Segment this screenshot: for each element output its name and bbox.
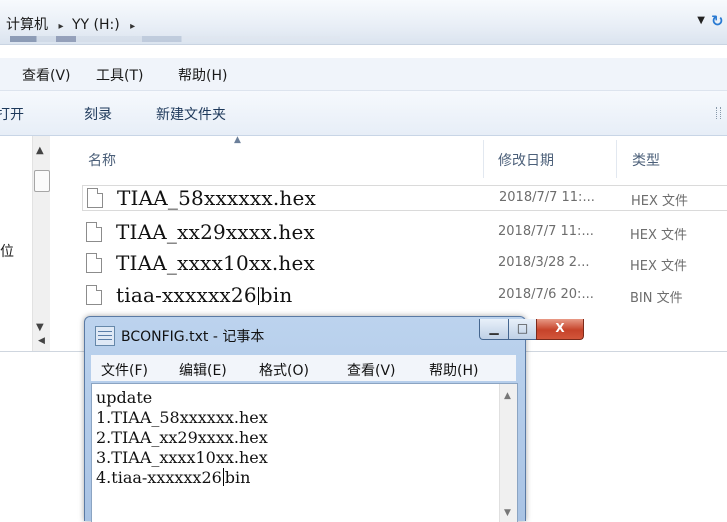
menu-help[interactable]: 帮助(H) bbox=[178, 65, 227, 85]
breadcrumb-separator-icon[interactable]: ▸ bbox=[130, 21, 135, 32]
scroll-down-icon[interactable]: ▼ bbox=[36, 322, 44, 333]
window-title: BCONFIG.txt - 记事本 bbox=[121, 329, 265, 345]
file-icon bbox=[86, 222, 102, 242]
burn-button[interactable]: 刻录 bbox=[84, 104, 112, 124]
notepad-menu-bar: 文件(F) 编辑(E) 格式(O) 查看(V) 帮助(H) bbox=[91, 355, 516, 381]
file-row[interactable]: TIAA_xx29xxxx.hex 2018/7/7 11:... HEX 文件 bbox=[82, 220, 727, 244]
toolbar-grip-icon[interactable] bbox=[716, 107, 721, 119]
maximize-button[interactable]: □ bbox=[508, 319, 537, 340]
scroll-left-icon[interactable]: ◀ bbox=[38, 336, 45, 346]
refresh-icon[interactable]: ↻ bbox=[711, 12, 727, 32]
text-line: 3.TIAA_xxxx10xx.hex bbox=[96, 448, 268, 467]
menu-tools[interactable]: 工具(T) bbox=[96, 65, 143, 85]
menu-edit[interactable]: 编辑(E) bbox=[179, 360, 227, 380]
file-icon bbox=[86, 253, 102, 273]
file-type: BIN 文件 bbox=[630, 291, 683, 306]
menu-help[interactable]: 帮助(H) bbox=[429, 360, 478, 380]
column-date[interactable]: 修改日期 bbox=[498, 150, 554, 170]
column-divider[interactable] bbox=[483, 140, 484, 178]
text-scrollbar[interactable]: ▲ ▼ bbox=[499, 384, 517, 522]
scroll-up-icon[interactable]: ▲ bbox=[504, 391, 511, 401]
blurred-bar-decoration bbox=[10, 36, 340, 42]
menu-bar: 查看(V) 工具(T) 帮助(H) bbox=[0, 58, 727, 91]
file-name-part: bin bbox=[259, 283, 293, 307]
text-line-part: 4.tiaa-xxxxxx26 bbox=[96, 468, 222, 487]
text-line-part: bin bbox=[224, 468, 251, 487]
minimize-button[interactable]: ▁ bbox=[479, 319, 509, 340]
file-row[interactable]: TIAA_58xxxxxx.hex 2018/7/7 11:... HEX 文件 bbox=[82, 185, 727, 211]
text-line: update bbox=[96, 388, 153, 407]
breadcrumb-drive[interactable]: YY (H:) bbox=[72, 17, 120, 33]
text-line: 2.TIAA_xx29xxxx.hex bbox=[96, 428, 268, 447]
menu-format[interactable]: 格式(O) bbox=[259, 360, 309, 380]
column-type[interactable]: 类型 bbox=[632, 150, 660, 170]
scroll-up-icon[interactable]: ▲ bbox=[36, 145, 44, 156]
text-line: 4.tiaa-xxxxxx26 bin bbox=[96, 468, 250, 487]
menu-file[interactable]: 文件(F) bbox=[101, 360, 148, 380]
file-icon bbox=[87, 188, 103, 208]
nav-scrollbar[interactable]: ▲ ▼ bbox=[32, 136, 50, 352]
notepad-text-area[interactable]: update 1.TIAA_58xxxxxx.hex 2.TIAA_xx29xx… bbox=[91, 383, 518, 522]
file-type: HEX 文件 bbox=[631, 194, 689, 209]
file-icon bbox=[86, 285, 102, 305]
file-date: 2018/7/7 11:... bbox=[499, 190, 595, 205]
column-divider[interactable] bbox=[616, 140, 617, 178]
notepad-app-icon[interactable] bbox=[95, 326, 115, 346]
file-date: 2018/3/28 2... bbox=[498, 255, 590, 270]
sort-ascending-icon: ▲ bbox=[234, 135, 241, 145]
file-name: TIAA_58xxxxxx.hex bbox=[117, 186, 317, 210]
file-name: TIAA_xxxx10xx.hex bbox=[116, 251, 316, 275]
column-header: ▲ 名称 修改日期 类型 bbox=[58, 135, 727, 182]
file-type: HEX 文件 bbox=[630, 259, 688, 274]
new-folder-button[interactable]: 新建文件夹 bbox=[156, 104, 226, 124]
close-button[interactable]: X bbox=[536, 319, 584, 340]
column-name[interactable]: 名称 bbox=[88, 150, 116, 170]
text-line: 1.TIAA_58xxxxxx.hex bbox=[96, 408, 268, 427]
address-dropdown-icon[interactable]: ▼ bbox=[697, 15, 705, 26]
text-cursor bbox=[257, 287, 259, 305]
breadcrumb-separator-icon[interactable]: ▸ bbox=[58, 21, 63, 32]
address-bar[interactable]: 计算机 ▸ YY (H:) ▸ ▼ ↻ bbox=[0, 0, 727, 45]
scroll-down-icon[interactable]: ▼ bbox=[504, 508, 511, 518]
file-name: tiaa-xxxxxx26 bin bbox=[116, 283, 292, 307]
menu-view[interactable]: 查看(V) bbox=[22, 65, 71, 85]
breadcrumb-computer[interactable]: 计算机 bbox=[6, 17, 48, 33]
open-button[interactable]: 打开 bbox=[0, 104, 24, 124]
notepad-window[interactable]: BCONFIG.txt - 记事本 ▁ □ X 文件(F) 编辑(E) 格式(O… bbox=[84, 316, 584, 522]
file-row[interactable]: tiaa-xxxxxx26 bin 2018/7/6 20:... BIN 文件 bbox=[82, 283, 727, 307]
text-cursor bbox=[222, 468, 224, 486]
scrollbar-thumb[interactable] bbox=[34, 170, 50, 192]
file-name: TIAA_xx29xxxx.hex bbox=[116, 220, 316, 244]
file-date: 2018/7/7 11:... bbox=[498, 224, 594, 239]
menu-view[interactable]: 查看(V) bbox=[347, 360, 396, 380]
toolbar: 打开 刻录 新建文件夹 bbox=[0, 91, 727, 136]
breadcrumb[interactable]: 计算机 ▸ YY (H:) ▸ bbox=[6, 14, 139, 34]
file-row[interactable]: TIAA_xxxx10xx.hex 2018/3/28 2... HEX 文件 bbox=[82, 251, 727, 275]
file-name-part: tiaa-xxxxxx26 bbox=[116, 283, 257, 307]
nav-item-fragment[interactable]: 位 bbox=[0, 241, 14, 261]
file-date: 2018/7/6 20:... bbox=[498, 287, 594, 302]
file-type: HEX 文件 bbox=[630, 228, 688, 243]
